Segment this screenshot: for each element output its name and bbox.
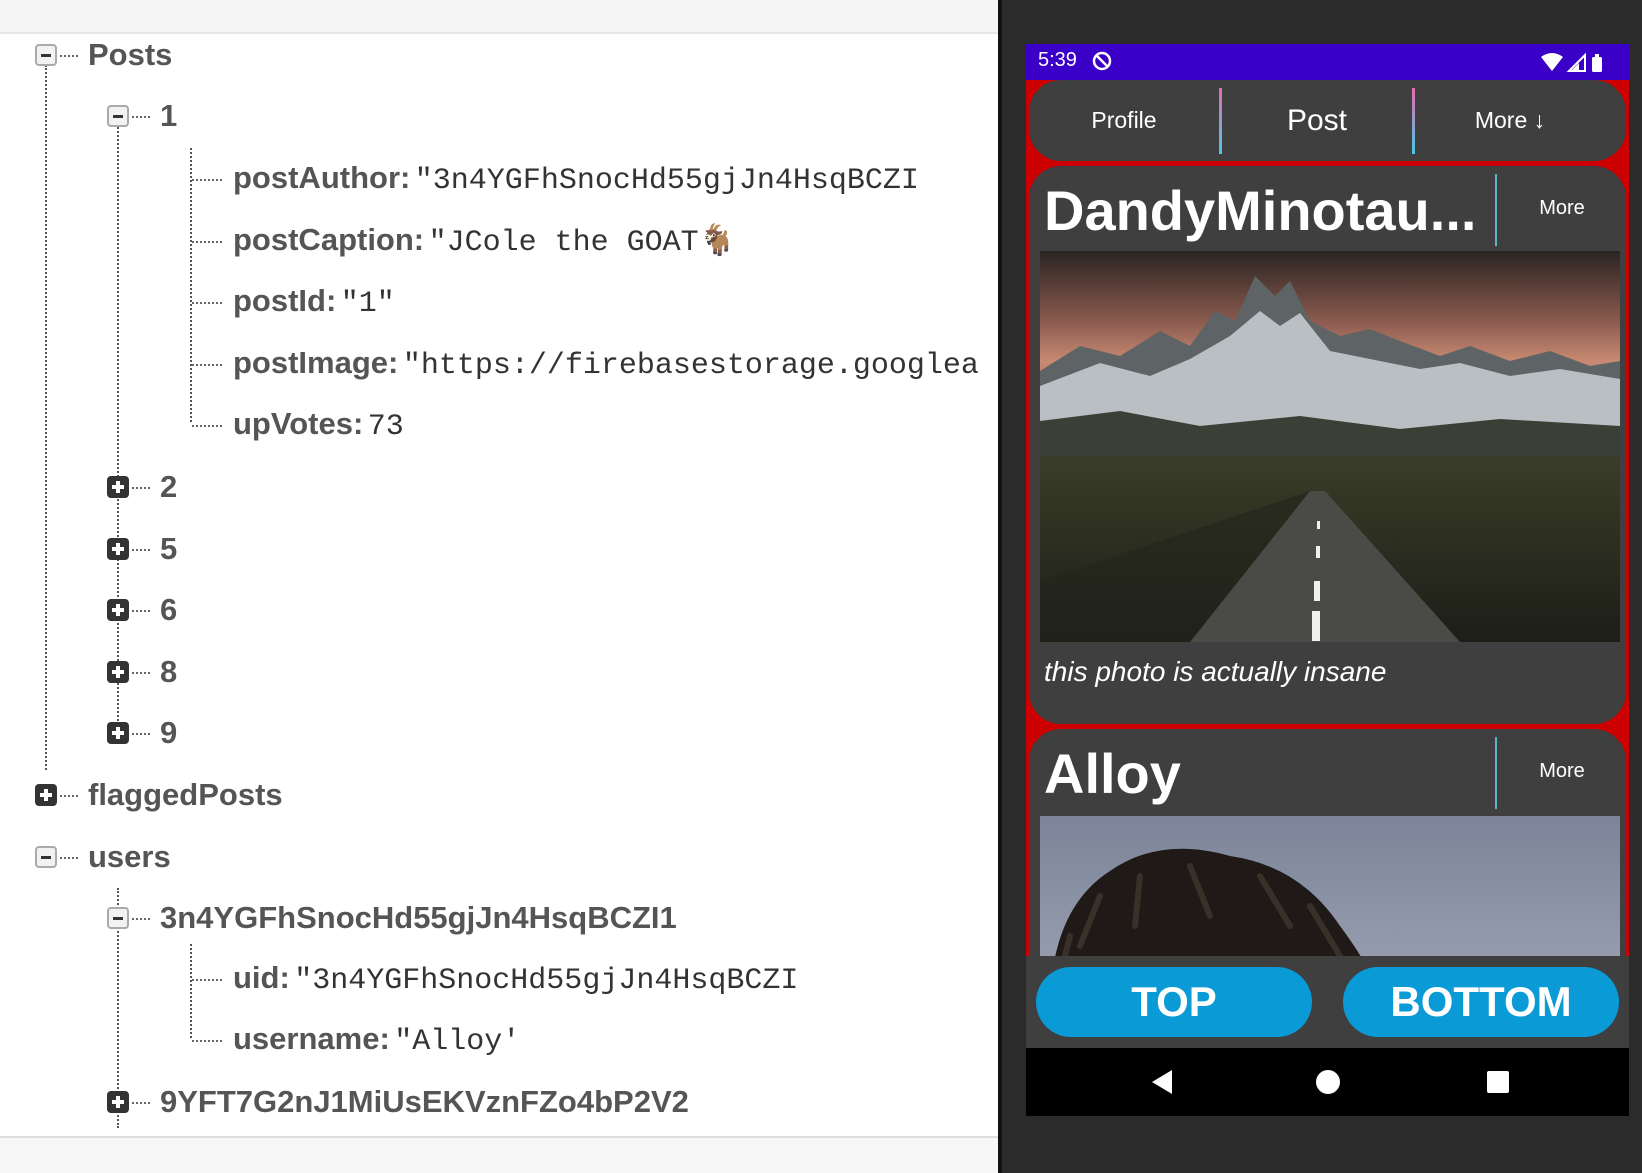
nav-more-button[interactable]: More ↓ [1415,80,1605,161]
field-upvotes[interactable]: upVotes: 73 [233,404,404,450]
tree-connector [132,549,150,551]
panel-bottom-band [0,1138,998,1173]
post-more-button[interactable]: More [1512,760,1612,783]
expand-toggle-icon[interactable] [107,661,129,683]
collapse-toggle-icon[interactable] [107,907,129,929]
expand-toggle-icon[interactable] [107,599,129,621]
expand-toggle-icon[interactable] [107,476,129,498]
tree-connector [60,857,78,859]
post-caption: this photo is actually insane [1044,656,1387,687]
tree-connector [192,979,222,981]
nav-profile-button[interactable]: Profile [1029,80,1219,161]
tree-node-post[interactable]: 8 [160,652,177,692]
tree-connector [192,302,222,304]
recents-icon[interactable] [1487,1071,1509,1093]
tree-guide-line [45,65,47,770]
tree-node-user[interactable]: 3n4YGFhSnocHd55gjJn4HsqBCZI1 [160,898,677,938]
tree-connector [192,425,222,427]
phone-screen: 5:39 Profile Post More ↓ DandyMinotau...… [1026,44,1629,1116]
post-card: Alloy More [1029,729,1626,989]
expand-toggle-icon[interactable] [107,538,129,560]
system-navigation-bar [1026,1048,1629,1116]
tree-node-post[interactable]: 2 [160,467,177,507]
tree-connector [132,733,150,735]
tree-connector [132,116,150,118]
back-icon[interactable] [1152,1070,1172,1094]
collapse-toggle-icon[interactable] [107,105,129,127]
tree-connector [132,487,150,489]
post-card: DandyMinotau... More this photo is actua… [1029,166,1626,724]
battery-icon [1592,54,1602,72]
tree-connector [192,364,222,366]
nav-post-button[interactable]: Post [1222,80,1412,161]
wifi-icon [1541,53,1563,71]
tree-node-post[interactable]: 6 [160,590,177,630]
tree-guide-line [190,944,192,1038]
tree-connector [132,918,150,920]
card-separator [1495,174,1497,246]
tree-node-post[interactable]: 9 [160,713,177,753]
tree-node-post-1[interactable]: 1 [160,96,177,136]
tree-guide-line [190,148,192,422]
collapse-toggle-icon[interactable] [35,846,57,868]
status-time: 5:39 [1038,49,1077,71]
expand-toggle-icon[interactable] [35,784,57,806]
post-more-button[interactable]: More [1512,197,1612,220]
tree-node-user[interactable]: 9YFT7G2nJ1MiUsEKVznFZo4bP2V2 [160,1082,689,1122]
tree-connector [60,795,78,797]
post-photo-image [1040,251,1620,642]
phone-bezel-edge [998,0,1002,1173]
tree-connector [132,610,150,612]
tree-connector [192,1040,222,1042]
field-post-caption[interactable]: postCaption: "JCole the GOAT🐐 [233,220,736,266]
bottom-button[interactable]: BOTTOM [1343,967,1619,1037]
home-icon[interactable] [1316,1070,1340,1094]
tree-connector [192,179,222,181]
signal-icon [1566,52,1586,72]
tree-node-users[interactable]: users [88,837,171,877]
status-icons [1541,52,1602,72]
top-navigation-bar: Profile Post More ↓ [1029,80,1626,161]
expand-toggle-icon[interactable] [107,1091,129,1113]
status-bar: 5:39 [1026,44,1629,80]
tree-connector [132,1102,150,1104]
tree-connector [60,55,78,57]
panel-top-band [0,0,998,34]
field-username[interactable]: username: "Alloy' [233,1019,520,1065]
tree-connector [132,672,150,674]
field-post-image[interactable]: postImage: "https://firebasestorage.goog… [233,343,979,389]
top-button[interactable]: TOP [1036,967,1312,1037]
field-post-id[interactable]: postId: "1" [233,281,395,327]
tree-node-post[interactable]: 5 [160,529,177,569]
tree-connector [192,241,222,243]
database-tree-panel: Posts 1 postAuthor: "3n4YGFhSnocHd55gjJn… [0,0,998,1173]
post-username[interactable]: Alloy [1044,741,1181,806]
field-post-author[interactable]: postAuthor: "3n4YGFhSnocHd55gjJn4HsqBCZI [233,158,919,204]
bottom-action-bar: TOP BOTTOM [1026,956,1629,1048]
do-not-disturb-icon [1092,51,1112,71]
phone-emulator: 5:39 Profile Post More ↓ DandyMinotau...… [998,0,1642,1173]
card-separator [1495,737,1497,809]
tree-guide-line [117,124,119,724]
expand-toggle-icon[interactable] [107,722,129,744]
tree-node-posts[interactable]: Posts [88,35,172,75]
collapse-toggle-icon[interactable] [35,44,57,66]
post-username[interactable]: DandyMinotau... [1044,178,1476,243]
tree-node-flagged-posts[interactable]: flaggedPosts [88,775,283,815]
field-uid[interactable]: uid: "3n4YGFhSnocHd55gjJn4HsqBCZI [233,958,798,1004]
